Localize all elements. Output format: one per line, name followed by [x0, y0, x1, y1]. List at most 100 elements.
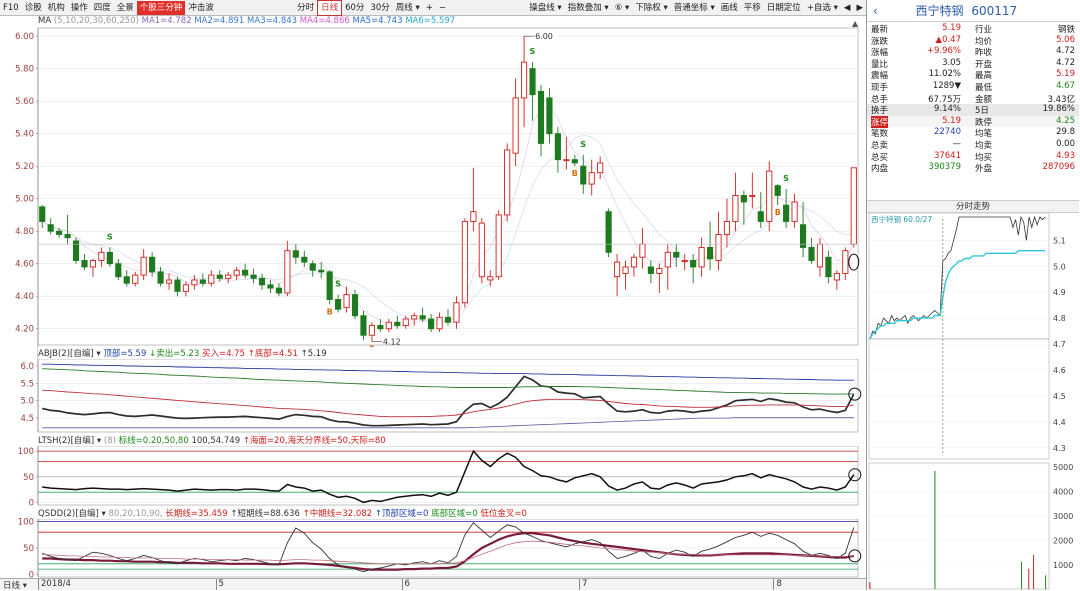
candle-body [258, 277, 266, 286]
abjb-panel-series-3 [42, 363, 854, 381]
volume-y-tick: 3000 [1053, 512, 1073, 521]
volume-y-tick: 4000 [1053, 488, 1073, 497]
candle-body [81, 260, 88, 268]
intraday-title[interactable]: 分时走势 [867, 200, 1079, 213]
candle-body [630, 256, 638, 268]
quote-value: ▲0.47 [935, 34, 961, 45]
candle-body [233, 269, 240, 276]
candle-body [681, 260, 688, 262]
intraday-y-tick: 4.9 [1053, 288, 1066, 297]
quote-row: 现手 1289▼ 最低 4.67 [867, 81, 1079, 93]
candle-body [242, 269, 249, 276]
candle-body [605, 211, 612, 253]
quote-label: 换手 [871, 106, 889, 117]
candle-body [428, 318, 435, 330]
quote-value: 390379 [928, 162, 961, 173]
quote-value: 4.72 [1056, 57, 1075, 68]
quote-value: 4.72 [1056, 46, 1075, 57]
candle-body [740, 194, 747, 203]
quote-value: 29.8 [1056, 127, 1075, 138]
period-selector[interactable]: 日线 ▾ [3, 579, 27, 591]
candle-body [394, 321, 401, 326]
indicator-header-item[interactable]: ABJB(2)[自编] ▾ [38, 349, 103, 359]
indicator-header-item: 低位金叉=0 [480, 509, 527, 519]
candle-body [774, 185, 781, 196]
candle-body [478, 222, 485, 278]
candle-body [504, 149, 511, 216]
panel-scroll-up-icon: ▲ [852, 19, 859, 28]
abjb-panel-y-tick: 4.5 [20, 414, 34, 424]
quote-label: 昨收 [975, 48, 993, 59]
quote-value: 287096 [1042, 162, 1075, 173]
quote-label: 量比 [871, 59, 889, 70]
ltsh-panel-y-tick: 50 [23, 473, 34, 483]
candle-body [98, 251, 105, 261]
candle-body [732, 194, 739, 222]
kline-chart-area: 4.204.404.604.805.005.205.405.605.806.00… [15, 19, 862, 580]
quote-label: 最新 [871, 25, 889, 35]
volume-y-tick: 2000 [1053, 537, 1073, 546]
candle-body [825, 256, 832, 278]
candle-body [360, 315, 367, 336]
candle-body [301, 256, 308, 263]
candle-body [783, 204, 790, 222]
candle-body [537, 90, 545, 144]
x-tick-mark [215, 579, 217, 590]
candle-body [318, 269, 325, 273]
ma-line-5 [42, 105, 855, 328]
quote-label: 均卖 [975, 141, 993, 151]
intraday-y-tick: 4.7 [1053, 340, 1066, 349]
sell-signal-marker: S [580, 140, 586, 149]
quote-value: 37641 [933, 150, 961, 161]
candle-body [487, 276, 494, 281]
candle-body [698, 247, 705, 268]
candle-body [216, 274, 223, 279]
candle-panel: 4.20 4.40 4.60 4.80 5.00 5.20 5.40 5.60 5.80 6.00… [15, 27, 860, 354]
intraday-y-tick: 4.4 [1053, 418, 1066, 427]
indicator-header-item: 长期线=35.459 [165, 509, 231, 519]
collapse-icon[interactable]: ‹ [873, 4, 878, 18]
quote-row: 总卖 — 均卖 0.00 [867, 139, 1079, 151]
candle-body [191, 279, 198, 286]
candle-body [808, 247, 815, 261]
abjb-indicator-header: ABJB(2)[自编] ▾ 顶部=5.59 ↓卖出=5.23 买入=4.75 ↑… [38, 347, 866, 359]
candle-body [402, 318, 409, 326]
intraday-chart: 西宁特钢 60.0/27 5.1 5.0 4.9 4.8 4.7 4.6 4.5 4.4 4.3 5… [868, 213, 1073, 590]
candle-body [385, 321, 392, 330]
sell-signal-marker: S [107, 232, 113, 241]
quote-value: 22740 [933, 127, 961, 138]
candle-panel-y-tick: 4.60 [15, 260, 34, 270]
volume-y-tick: 5000 [1053, 463, 1073, 472]
quote-label: 总手 [871, 94, 889, 105]
quote-value: — [952, 139, 962, 149]
quote-label: 总买 [871, 152, 889, 163]
quote-row: 最新 5.19 行业 钢铁 [867, 23, 1079, 35]
candle-body [766, 170, 773, 222]
quote-value: 5.06 [1056, 34, 1075, 45]
x-tick-label: 5 [218, 579, 224, 589]
quote-label: 均笔 [975, 129, 993, 140]
quote-label: 开盘 [975, 59, 993, 70]
candle-body [850, 167, 857, 245]
candle-body [72, 240, 80, 261]
quote-label: 均买 [975, 152, 993, 163]
indicator-header-item[interactable]: QSDD(2)[自编] ▾ [38, 509, 109, 519]
quote-value: 11.02% [928, 69, 961, 80]
indicator-header-item: 顶部=5.59 [103, 349, 150, 359]
quote-row: 笔数 22740 均笔 29.8 [867, 127, 1079, 139]
x-tick-label: 7 [582, 579, 588, 589]
indicator-header-item: 100,54.749 [191, 436, 243, 446]
candle-body [47, 224, 54, 232]
quote-label: 5日 [975, 106, 989, 117]
candle-body [182, 284, 190, 292]
candle-body [123, 276, 130, 284]
intraday-y-tick: 4.3 [1053, 444, 1066, 453]
candle-panel-y-tick: 5.00 [15, 195, 34, 205]
indicator-header-item[interactable]: LTSH(2)[自编] ▾ [38, 436, 104, 446]
candle-body [842, 250, 849, 274]
qsdd-panel-series-2 [42, 540, 854, 565]
qsdd-panel-y-tick: 100 [18, 518, 34, 528]
candle-body [368, 325, 375, 336]
candle-body [174, 279, 181, 292]
high-annotation-label: 6.00 [535, 32, 553, 41]
